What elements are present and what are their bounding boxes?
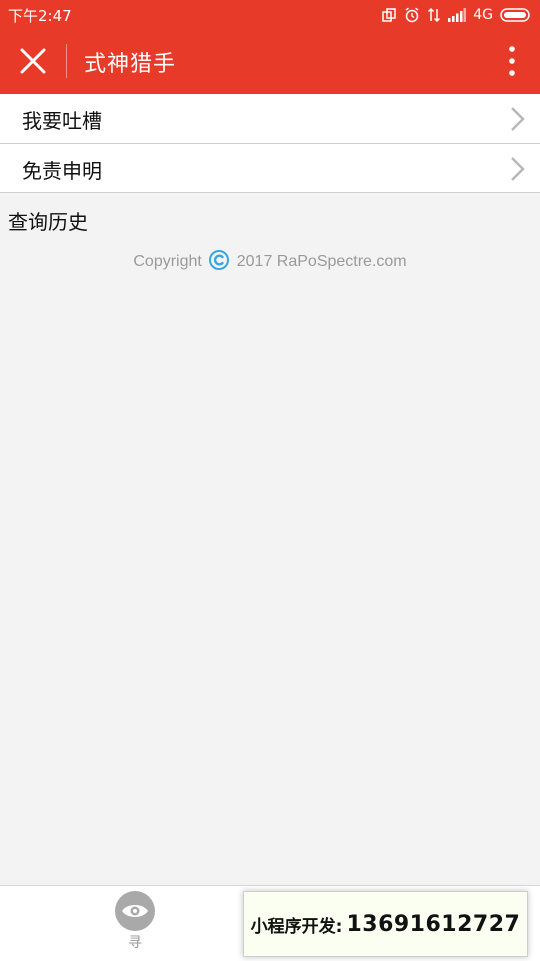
copyright: Copyright 2017 RaPoSpectre.com (0, 250, 540, 271)
menu-item-disclaimer[interactable]: 免责申明 (0, 143, 540, 193)
eye-icon-wrapper (115, 891, 155, 931)
status-time: 下午2:47 (8, 7, 72, 25)
chevron-right-icon (511, 107, 525, 131)
menu-item-label: 免责申明 (22, 159, 102, 183)
promo-phone: 13691612727 (346, 911, 521, 937)
copyright-prefix: Copyright (133, 253, 202, 270)
menu-list: 我要吐槽 免责申明 (0, 94, 540, 193)
title-bar: 式神猎手 (0, 30, 540, 94)
battery-icon (500, 8, 530, 22)
signal-icon (448, 8, 467, 22)
more-button[interactable] (502, 44, 522, 80)
menu-item-label: 我要吐槽 (22, 109, 102, 133)
status-icons: 4G (381, 5, 532, 25)
promo-banner[interactable]: 小程序开发: 13691612727 (243, 891, 528, 957)
alarm-icon (405, 7, 419, 23)
page-title: 式神猎手 (84, 52, 177, 77)
more-vertical-icon (509, 46, 515, 76)
close-icon (20, 48, 46, 74)
close-button[interactable] (12, 42, 54, 82)
list-divider (0, 192, 540, 193)
copyright-icon (209, 250, 230, 270)
menu-item-feedback[interactable]: 我要吐槽 (0, 94, 540, 143)
title-divider (66, 44, 67, 78)
chevron-right-icon (511, 157, 525, 181)
history-title: 查询历史 (8, 210, 88, 234)
data-transfer-icon (428, 7, 441, 23)
tab-seek[interactable]: 寻 (110, 891, 160, 957)
eye-icon (122, 905, 148, 917)
promo-label: 小程序开发: (250, 916, 343, 937)
status-bar: 下午2:47 4G (0, 0, 540, 30)
screen-rotate-icon (382, 8, 396, 22)
tab-seek-label: 寻 (128, 935, 142, 951)
copyright-suffix: 2017 RaPoSpectre.com (236, 253, 407, 270)
network-type: 4G (473, 7, 493, 23)
